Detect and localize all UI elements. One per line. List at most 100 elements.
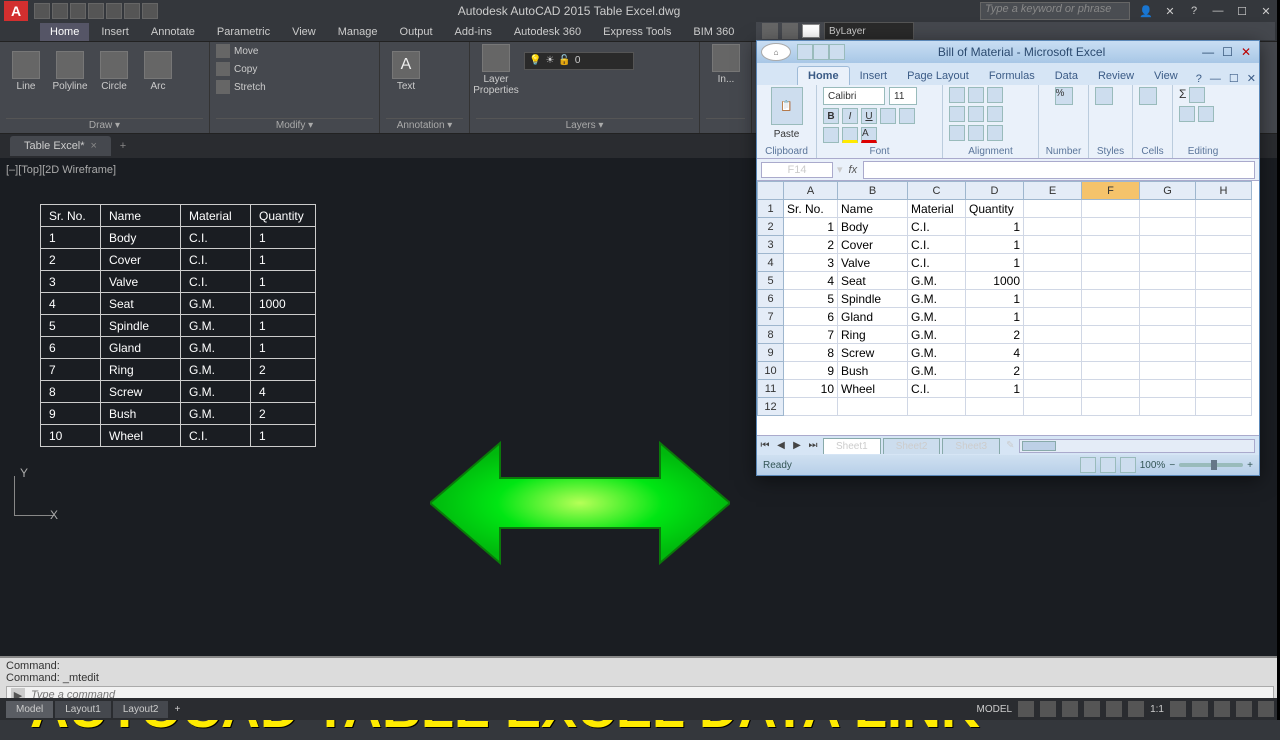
excel-cell[interactable] xyxy=(1024,308,1082,326)
excel-qat-redo-icon[interactable] xyxy=(829,44,845,60)
excel-cell[interactable] xyxy=(1140,398,1196,416)
osnap-icon[interactable] xyxy=(1106,701,1122,717)
help-search-input[interactable]: Type a keyword or phrase xyxy=(980,2,1130,20)
wrap-icon[interactable] xyxy=(987,125,1003,141)
excel-cell[interactable]: 8 xyxy=(784,344,838,362)
excel-cell[interactable]: Sr. No. xyxy=(784,200,838,218)
acad-table-cell[interactable]: 1 xyxy=(251,425,316,447)
ribbon-tab-home[interactable]: Home xyxy=(40,23,89,41)
fx-icon[interactable]: fx xyxy=(843,164,864,176)
excel-cell[interactable]: 1 xyxy=(966,380,1024,398)
excel-cell[interactable]: 2 xyxy=(784,236,838,254)
move-button[interactable]: Move xyxy=(216,44,373,58)
layer-combo[interactable]: 💡 ☀ 🔓 0 xyxy=(524,52,634,70)
insert-sheet-icon[interactable]: ✎ xyxy=(1006,440,1014,451)
sheet-nav-last-icon[interactable]: ⏭ xyxy=(805,440,821,451)
excel-cell[interactable] xyxy=(1196,344,1252,362)
font-size-combo[interactable]: 11 xyxy=(889,87,917,105)
excel-cell[interactable]: Wheel xyxy=(838,380,908,398)
zoom-in-icon[interactable]: + xyxy=(1247,460,1253,471)
excel-cell[interactable] xyxy=(1140,254,1196,272)
excel-row-header[interactable]: 8 xyxy=(758,326,784,344)
close-icon[interactable]: ✕ xyxy=(1256,3,1276,19)
indent-inc-icon[interactable] xyxy=(968,125,984,141)
excel-cell[interactable] xyxy=(1196,290,1252,308)
excel-cell[interactable]: Screw xyxy=(838,344,908,362)
props-icon[interactable] xyxy=(762,23,778,39)
fill-icon[interactable] xyxy=(1179,106,1195,122)
lineweight-icon[interactable] xyxy=(1128,701,1144,717)
layer-tool-icon[interactable] xyxy=(524,73,540,89)
excel-cell[interactable]: C.I. xyxy=(908,380,966,398)
sheet-nav-prev-icon[interactable]: ◀ xyxy=(773,440,789,451)
grow-font-icon[interactable] xyxy=(880,108,896,124)
excel-col-header[interactable]: C xyxy=(908,182,966,200)
excel-col-header[interactable]: E xyxy=(1024,182,1082,200)
excel-cell[interactable]: C.I. xyxy=(908,254,966,272)
excel-cell[interactable]: Ring xyxy=(838,326,908,344)
excel-doc-close-icon[interactable]: ✕ xyxy=(1244,72,1259,85)
excel-tab-home[interactable]: Home xyxy=(797,66,850,85)
layout-tab-layout1[interactable]: Layout1 xyxy=(55,701,111,718)
excel-cell[interactable] xyxy=(1140,218,1196,236)
color-swatch-icon[interactable] xyxy=(802,24,820,38)
number-format-icon[interactable]: % xyxy=(1055,87,1073,105)
excel-cell[interactable]: 10 xyxy=(784,380,838,398)
qat-undo-icon[interactable] xyxy=(124,3,140,19)
excel-tab-formulas[interactable]: Formulas xyxy=(979,67,1045,85)
view-normal-icon[interactable] xyxy=(1080,457,1096,473)
acad-table-cell[interactable]: C.I. xyxy=(181,425,251,447)
sheet-nav-next-icon[interactable]: ▶ xyxy=(789,440,805,451)
excel-cell[interactable]: G.M. xyxy=(908,326,966,344)
excel-window[interactable]: ⌂ Bill of Material - Microsoft Excel — ☐… xyxy=(756,40,1260,476)
excel-cell[interactable] xyxy=(1196,272,1252,290)
panel-title-draw[interactable]: Draw ▾ xyxy=(6,118,203,131)
acad-table-cell[interactable]: 3 xyxy=(41,271,101,293)
ribbon-tab-manage[interactable]: Manage xyxy=(328,23,388,41)
acad-table-cell[interactable]: Wheel xyxy=(101,425,181,447)
ribbon-tab-output[interactable]: Output xyxy=(390,23,443,41)
excel-doc-max-icon[interactable]: ☐ xyxy=(1226,72,1242,85)
minimize-icon[interactable]: — xyxy=(1208,3,1228,19)
dimension-icon[interactable] xyxy=(430,44,446,60)
acad-table-cell[interactable]: 2 xyxy=(251,403,316,425)
excel-cell[interactable] xyxy=(784,398,838,416)
excel-qat-save-icon[interactable] xyxy=(797,44,813,60)
acad-table-cell[interactable]: G.M. xyxy=(181,315,251,337)
layout-tab-model[interactable]: Model xyxy=(6,701,53,718)
acad-table-cell[interactable]: Screw xyxy=(101,381,181,403)
excel-cell[interactable] xyxy=(1140,380,1196,398)
acad-table-cell[interactable]: 1 xyxy=(41,227,101,249)
document-tab-close-icon[interactable]: × xyxy=(91,140,97,152)
sheet-tab[interactable]: Sheet1 xyxy=(823,438,881,454)
circle-button[interactable]: Circle xyxy=(94,51,134,92)
excel-cell[interactable]: Body xyxy=(838,218,908,236)
hardware-accel-icon[interactable] xyxy=(1236,701,1252,717)
excel-cell[interactable] xyxy=(966,398,1024,416)
excel-row-header[interactable]: 6 xyxy=(758,290,784,308)
excel-cell[interactable]: 6 xyxy=(784,308,838,326)
layout-add-icon[interactable]: + xyxy=(174,704,180,715)
excel-minimize-icon[interactable]: — xyxy=(1198,45,1218,59)
excel-cell[interactable] xyxy=(1140,344,1196,362)
excel-cell[interactable] xyxy=(1140,326,1196,344)
qat-redo-icon[interactable] xyxy=(142,3,158,19)
excel-cell[interactable] xyxy=(1024,272,1082,290)
align-right-icon[interactable] xyxy=(987,106,1003,122)
excel-cell[interactable]: Gland xyxy=(838,308,908,326)
acad-table-cell[interactable]: Body xyxy=(101,227,181,249)
excel-cell[interactable] xyxy=(1140,308,1196,326)
excel-col-header[interactable]: B xyxy=(838,182,908,200)
acad-table-cell[interactable]: 4 xyxy=(251,381,316,403)
layer-properties-button[interactable]: Layer Properties xyxy=(476,44,516,96)
excel-cell[interactable]: 7 xyxy=(784,326,838,344)
excel-cell[interactable]: G.M. xyxy=(908,290,966,308)
excel-cell[interactable]: 1 xyxy=(966,254,1024,272)
excel-cell[interactable]: C.I. xyxy=(908,218,966,236)
align-left-icon[interactable] xyxy=(949,106,965,122)
excel-titlebar[interactable]: ⌂ Bill of Material - Microsoft Excel — ☐… xyxy=(757,41,1259,63)
excel-cell[interactable] xyxy=(1082,254,1140,272)
excel-cell[interactable] xyxy=(1024,344,1082,362)
excel-row-header[interactable]: 11 xyxy=(758,380,784,398)
excel-cell[interactable] xyxy=(1196,362,1252,380)
